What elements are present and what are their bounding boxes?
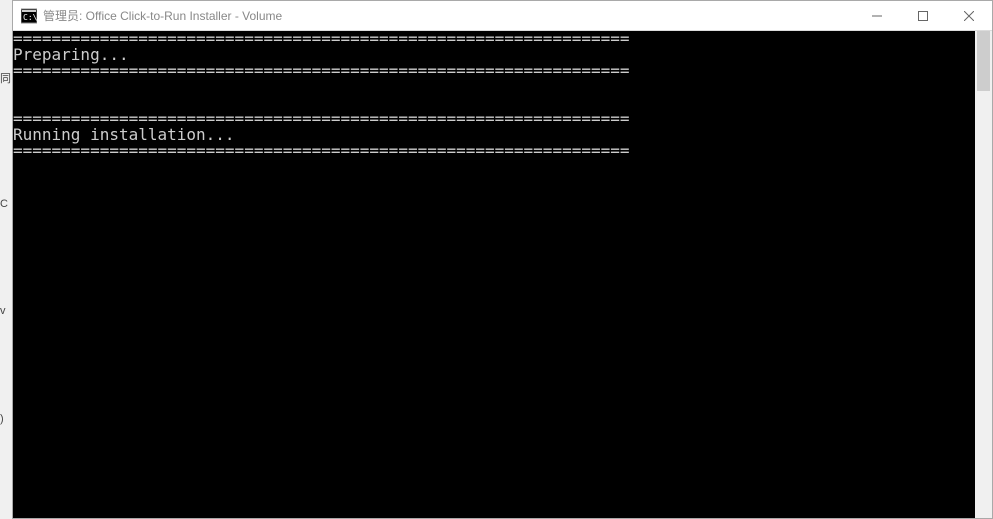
svg-text:C:\: C:\ — [23, 13, 37, 22]
window-title: 管理员: Office Click-to-Run Installer - Vol… — [43, 7, 854, 24]
fragment-text: C — [0, 198, 8, 210]
maximize-button[interactable] — [900, 1, 946, 30]
scrollbar-thumb[interactable] — [977, 31, 990, 91]
vertical-scrollbar[interactable] — [975, 31, 992, 518]
console-output[interactable]: ========================================… — [13, 31, 975, 518]
cmd-icon: C:\ — [21, 8, 37, 24]
console-window: C:\ 管理员: Office Click-to-Run Installer -… — [12, 0, 993, 519]
fragment-text: 同 — [0, 70, 11, 86]
window-controls — [854, 1, 992, 30]
fragment-text: v — [0, 305, 6, 317]
close-button[interactable] — [946, 1, 992, 30]
minimize-button[interactable] — [854, 1, 900, 30]
fragment-text: ) — [0, 413, 4, 425]
background-fragments: 同 C v ) — [0, 0, 12, 519]
titlebar[interactable]: C:\ 管理员: Office Click-to-Run Installer -… — [13, 1, 992, 31]
console-area: ========================================… — [13, 31, 992, 518]
